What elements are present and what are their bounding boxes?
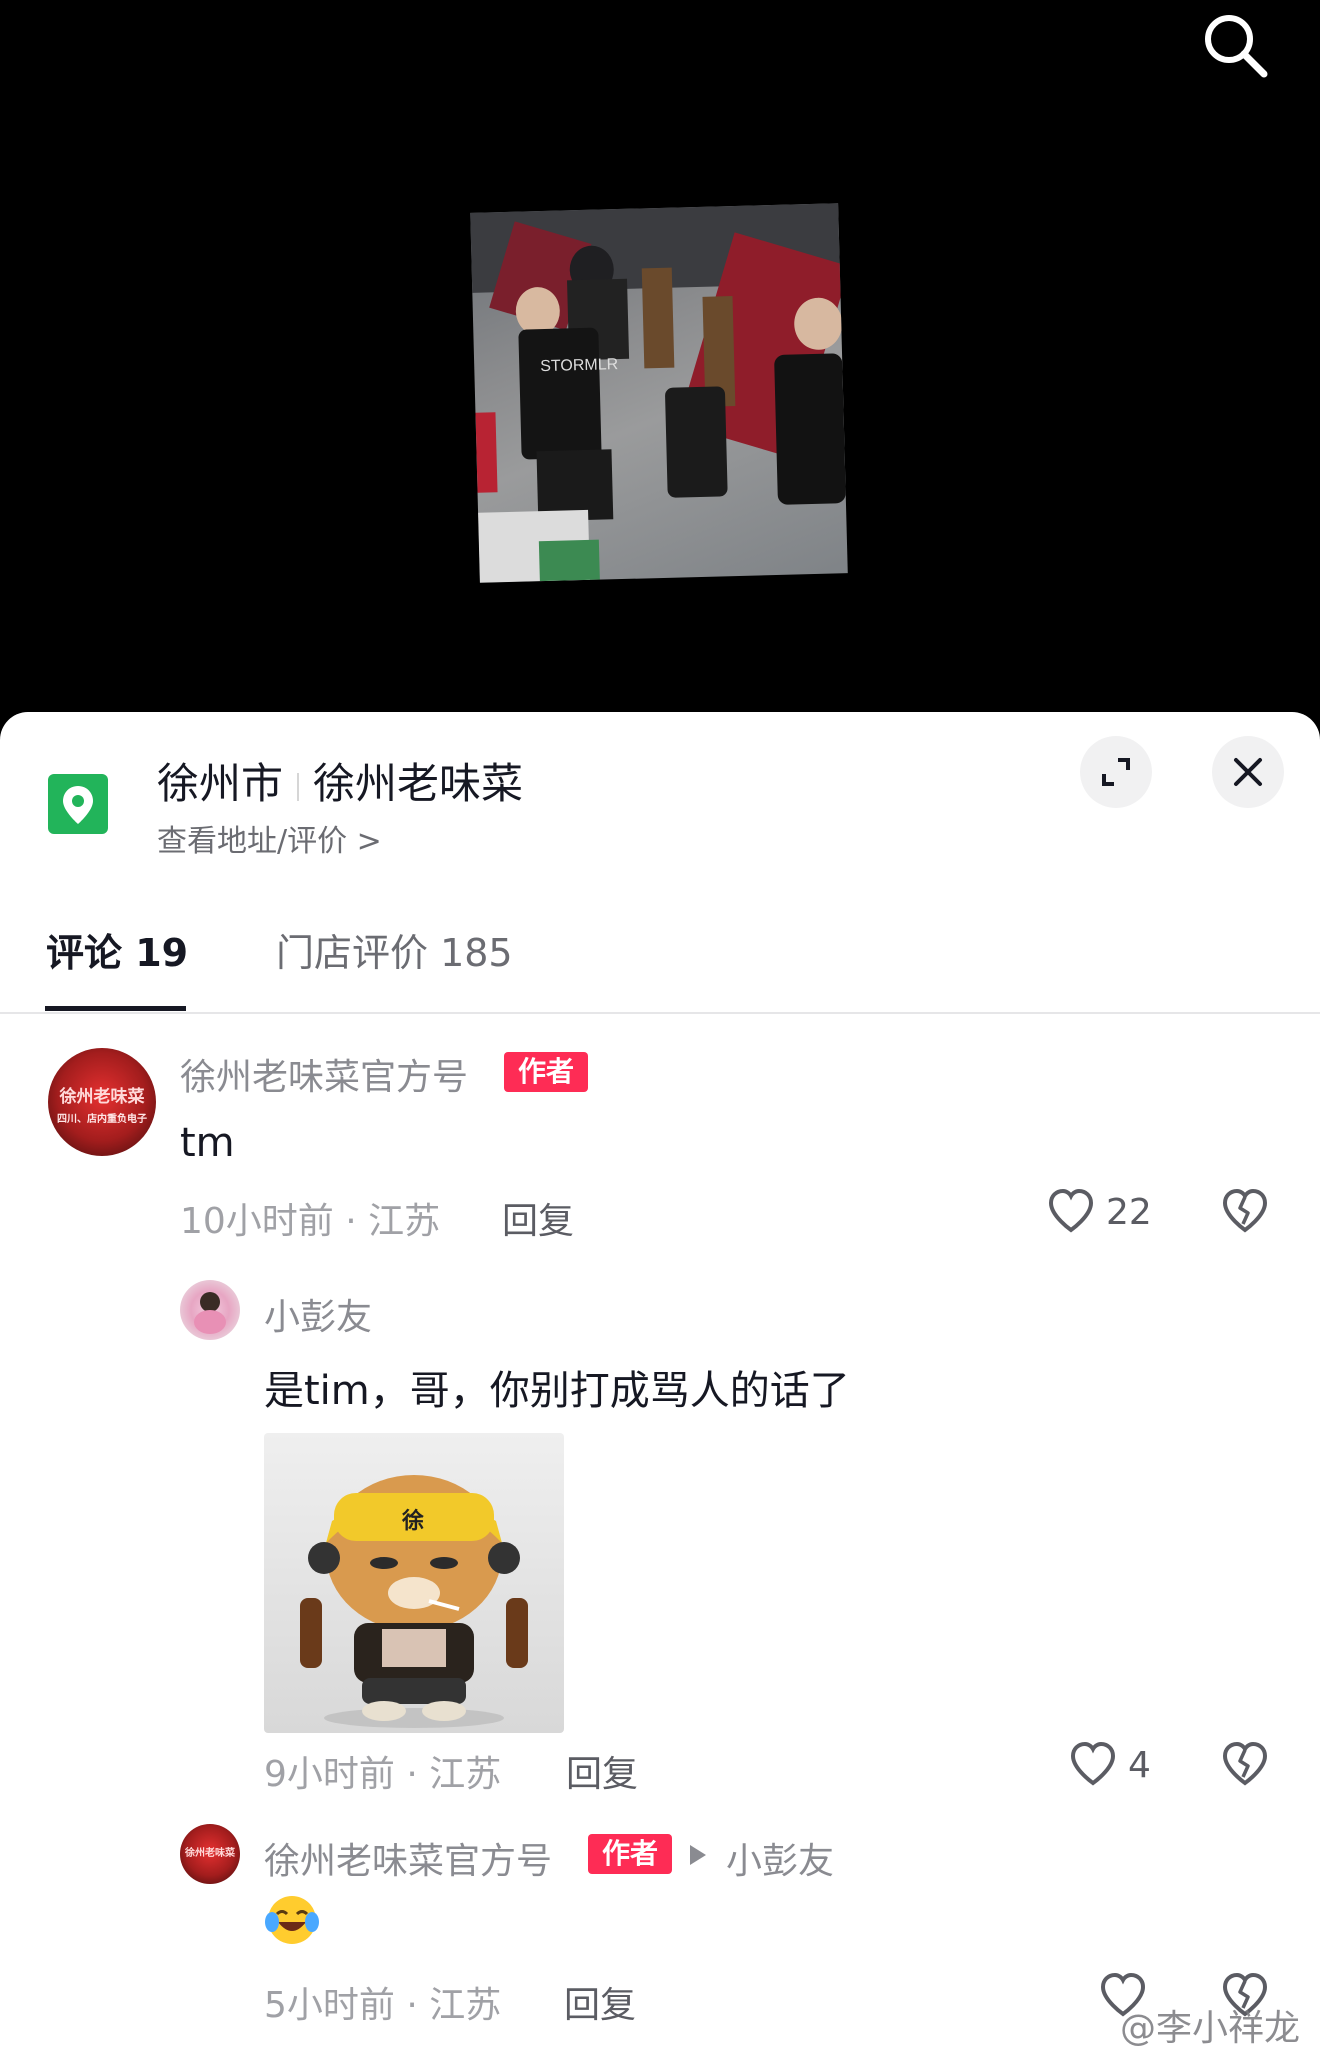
map-pin-icon[interactable] bbox=[48, 774, 108, 834]
title-separator bbox=[297, 772, 300, 801]
avatar-text: 徐州老味菜 bbox=[185, 1848, 235, 1859]
reply-meta: 9小时前 · 江苏 bbox=[264, 1754, 502, 1795]
location-title[interactable]: 徐州市 徐州老味菜 bbox=[157, 750, 523, 811]
tab-store-reviews[interactable]: 门店评价 185 bbox=[276, 922, 513, 977]
comment-sheet: 徐州市 徐州老味菜 查看地址/评价 > 评论 19 门店评价 185 徐州老味菜 … bbox=[0, 712, 1320, 2057]
svg-text:徐: 徐 bbox=[401, 1508, 424, 1534]
video-player[interactable]: STORMLR bbox=[0, 0, 1320, 712]
reply-to-arrow-icon bbox=[690, 1845, 706, 1865]
reply-username[interactable]: 徐州老味菜官方号 bbox=[264, 1832, 552, 1884]
heart-icon bbox=[1070, 1741, 1116, 1786]
view-address-link[interactable]: 查看地址/评价 > bbox=[157, 816, 382, 860]
avatar[interactable]: 徐州老味菜 bbox=[180, 1824, 240, 1884]
comment-username[interactable]: 徐州老味菜官方号 bbox=[180, 1048, 468, 1100]
broken-heart-icon bbox=[1222, 1188, 1268, 1233]
location-city[interactable]: 徐州市 bbox=[157, 759, 283, 808]
avatar-text: 徐州老味菜 bbox=[59, 1087, 145, 1107]
dislike-button[interactable] bbox=[1220, 1739, 1270, 1789]
reply-meta: 5小时前 · 江苏 bbox=[264, 1985, 502, 2026]
comment-meta: 10小时前 · 江苏 bbox=[180, 1201, 441, 1242]
author-badge: 作者 bbox=[504, 1052, 588, 1092]
search-button[interactable] bbox=[1198, 8, 1272, 82]
close-button[interactable] bbox=[1212, 736, 1284, 808]
svg-text:STORMLR: STORMLR bbox=[540, 356, 618, 375]
like-button[interactable] bbox=[1068, 1739, 1118, 1789]
location-shop[interactable]: 徐州老味菜 bbox=[313, 759, 523, 808]
tab-comments[interactable]: 评论 19 bbox=[46, 922, 188, 977]
heart-icon bbox=[1048, 1188, 1094, 1233]
search-icon bbox=[1205, 15, 1268, 78]
weibo-watermark: @李小祥龙 bbox=[1119, 2008, 1300, 2049]
tab-active-indicator bbox=[45, 1006, 186, 1011]
reply-text: 是tim，哥，你别打成骂人的话了 bbox=[264, 1368, 850, 1414]
avatar-subtext: 四川、店内重负电子 bbox=[57, 1114, 147, 1125]
author-badge: 作者 bbox=[588, 1834, 672, 1874]
avatar[interactable]: 徐州老味菜 四川、店内重负电子 bbox=[48, 1048, 156, 1156]
like-count: 22 bbox=[1106, 1192, 1152, 1233]
sticker-image[interactable]: 徐 bbox=[264, 1433, 564, 1733]
avatar[interactable] bbox=[180, 1280, 240, 1340]
close-icon bbox=[1234, 758, 1262, 786]
like-button[interactable] bbox=[1046, 1186, 1096, 1236]
broken-heart-icon bbox=[1222, 1741, 1268, 1786]
expand-icon bbox=[1102, 758, 1130, 786]
tab-divider bbox=[0, 1012, 1320, 1014]
reply-button[interactable]: 回复 bbox=[502, 1192, 574, 1244]
reply-to-username[interactable]: 小彭友 bbox=[726, 1832, 834, 1884]
reply-button[interactable]: 回复 bbox=[564, 1976, 636, 2028]
video-frame: STORMLR bbox=[470, 203, 848, 583]
comment-text: tm bbox=[180, 1120, 235, 1166]
like-count: 4 bbox=[1128, 1745, 1151, 1786]
laughing-crying-emoji bbox=[264, 1892, 320, 1948]
reply-username[interactable]: 小彭友 bbox=[264, 1288, 372, 1340]
dislike-button[interactable] bbox=[1220, 1186, 1270, 1236]
reply-button[interactable]: 回复 bbox=[566, 1745, 638, 1797]
expand-button[interactable] bbox=[1080, 736, 1152, 808]
